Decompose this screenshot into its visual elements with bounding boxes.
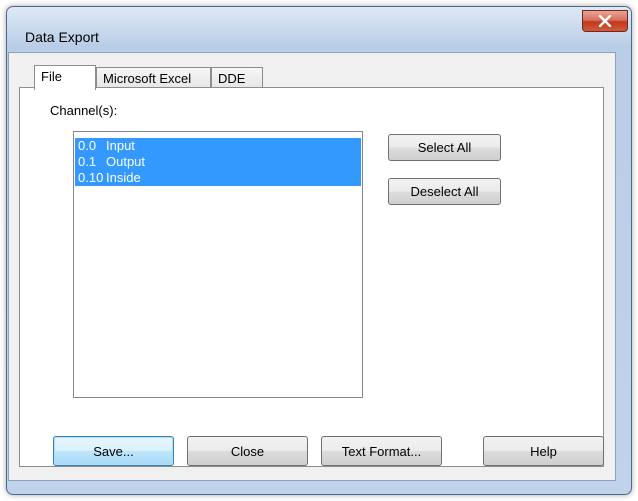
tab-file-label: File	[41, 69, 62, 84]
channel-listbox[interactable]: 0.0 Input 0.1 Output 0.10 Inside	[73, 131, 363, 398]
tab-dde-label: DDE	[218, 71, 246, 86]
text-format-label: Text Format...	[341, 443, 422, 459]
window-close-button[interactable]	[582, 10, 628, 32]
select-all-label: Select All	[417, 140, 472, 155]
select-all-button[interactable]: Select All	[388, 134, 501, 161]
channel-name: Input	[106, 138, 135, 153]
channel-number: 0.1	[78, 154, 97, 169]
tab-dde[interactable]: DDE	[211, 67, 263, 88]
tab-microsoft-excel-label: Microsoft Excel	[103, 71, 192, 86]
window-title: Data Export	[25, 29, 99, 45]
text-format-button[interactable]: Text Format...	[321, 436, 442, 466]
save-button[interactable]: Save...	[53, 436, 174, 466]
tab-file[interactable]: File	[34, 65, 96, 90]
channel-name: Inside	[106, 170, 141, 185]
channel-number: 0.10	[78, 170, 104, 185]
close-label: Close	[230, 443, 265, 459]
help-label: Help	[530, 443, 557, 459]
help-button[interactable]: Help	[483, 436, 604, 466]
save-label: Save...	[93, 443, 134, 459]
tab-microsoft-excel[interactable]: Microsoft Excel	[96, 67, 211, 88]
close-button[interactable]: Close	[187, 436, 308, 466]
deselect-all-label: Deselect All	[410, 184, 479, 199]
channel-list-item[interactable]: 0.0 Input	[75, 138, 361, 154]
channel-name: Output	[106, 154, 146, 169]
deselect-all-button[interactable]: Deselect All	[388, 178, 501, 205]
channel-list-item[interactable]: 0.10 Inside	[75, 170, 361, 186]
channel-list-item[interactable]: 0.1 Output	[75, 154, 361, 170]
close-icon	[598, 15, 612, 27]
channels-label: Channel(s):	[50, 103, 118, 118]
channel-number: 0.0	[78, 138, 97, 153]
